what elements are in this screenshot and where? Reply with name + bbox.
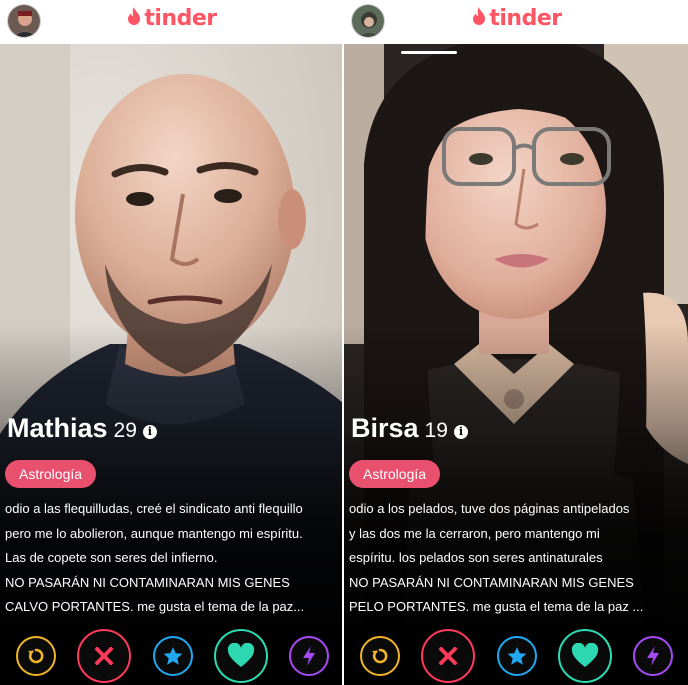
like-button[interactable] bbox=[214, 629, 268, 683]
bio-line: CALVO PORTANTES. me gusta el tema de la … bbox=[5, 599, 305, 614]
profile-age: 29 bbox=[113, 419, 137, 442]
bio-line: Las de copete son seres del infierno. bbox=[5, 550, 218, 565]
app-name: tinder bbox=[144, 6, 217, 31]
star-icon bbox=[507, 647, 527, 665]
profile-age: 19 bbox=[424, 419, 448, 442]
app-name: tinder bbox=[489, 6, 562, 31]
profile-bio: odio a las flequilludas, creé el sindica… bbox=[5, 497, 340, 620]
photo-progress-indicator bbox=[401, 51, 457, 54]
bio-line: NO PASARÁN NI CONTAMINARAN MIS GENES bbox=[349, 574, 634, 590]
flame-icon bbox=[128, 7, 141, 25]
bio-line: espíritu. los pelados son seres antinatu… bbox=[349, 550, 603, 565]
action-bar bbox=[344, 624, 688, 685]
name-row: Birsa 19 i bbox=[351, 413, 468, 444]
tinder-logo: tinder bbox=[0, 6, 342, 34]
profile-card-mathias: tinder Mathias 29 i Astrología odio a la… bbox=[0, 0, 344, 685]
like-button[interactable] bbox=[558, 629, 612, 683]
heart-icon bbox=[227, 643, 255, 667]
info-icon[interactable]: i bbox=[453, 425, 468, 439]
rewind-button[interactable] bbox=[16, 636, 56, 676]
super-like-button[interactable] bbox=[153, 636, 193, 676]
top-bar: tinder bbox=[0, 0, 342, 44]
nope-button[interactable] bbox=[421, 629, 475, 683]
info-icon[interactable]: i bbox=[142, 425, 157, 439]
boost-button[interactable] bbox=[289, 636, 329, 676]
tinder-logo: tinder bbox=[344, 6, 688, 34]
profile-card-birsa: tinder Birsa 19 i Astrología odio a los … bbox=[344, 0, 688, 685]
bio-line: pero me lo abolieron, aunque mantengo mi… bbox=[5, 525, 303, 541]
super-like-button[interactable] bbox=[497, 636, 537, 676]
bio-line: y las dos me la cerraron, pero mantengo … bbox=[349, 525, 600, 541]
heart-icon bbox=[571, 643, 599, 667]
interest-tag: Astrología bbox=[349, 460, 441, 488]
bolt-icon bbox=[647, 646, 659, 666]
rewind-icon bbox=[372, 648, 388, 664]
top-bar: tinder bbox=[344, 0, 688, 44]
nope-button[interactable] bbox=[77, 629, 131, 683]
star-icon bbox=[163, 647, 183, 665]
bio-line: NO PASARÁN NI CONTAMINARAN MIS GENES bbox=[5, 574, 290, 590]
rewind-icon bbox=[28, 648, 44, 664]
interest-tag: Astrología bbox=[5, 460, 97, 488]
bolt-icon bbox=[303, 646, 315, 666]
profile-name: Birsa bbox=[351, 413, 419, 443]
name-row: Mathias 29 i bbox=[7, 413, 157, 444]
bio-line: odio a los pelados, tuve dos páginas ant… bbox=[349, 501, 630, 516]
profile-bio: odio a los pelados, tuve dos páginas ant… bbox=[349, 497, 686, 620]
close-icon bbox=[95, 647, 113, 665]
boost-button[interactable] bbox=[633, 636, 673, 676]
bio-line: odio a las flequilludas, creé el sindica… bbox=[5, 501, 303, 516]
close-icon bbox=[439, 647, 457, 665]
flame-icon bbox=[473, 7, 486, 25]
action-bar bbox=[0, 624, 342, 685]
profile-name: Mathias bbox=[7, 413, 108, 443]
bio-line: PELO PORTANTES. me gusta el tema de la p… bbox=[349, 599, 644, 614]
rewind-button[interactable] bbox=[360, 636, 400, 676]
